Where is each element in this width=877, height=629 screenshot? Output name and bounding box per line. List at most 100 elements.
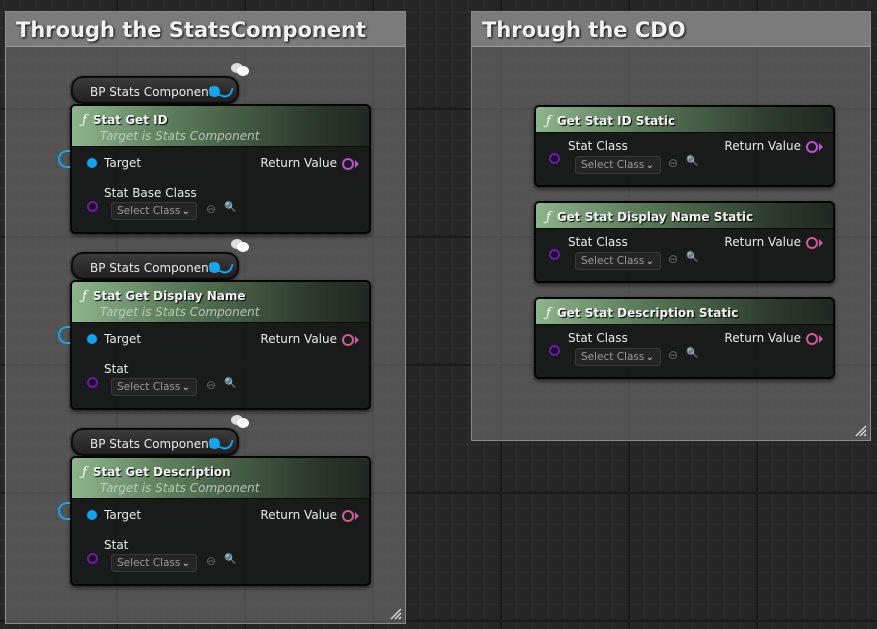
target-label: Target (104, 156, 142, 170)
return-label: Return Value (260, 508, 337, 522)
stat-get-description-node[interactable]: ƒ Stat Get Description Target is Stats Co… (70, 456, 371, 586)
bp-stats-component-node[interactable]: BP Stats Component (71, 428, 239, 456)
return-arrow-icon (355, 512, 359, 520)
node-header: ƒ Stat Get Display Name Target is Stats C… (72, 282, 369, 323)
function-icon: ƒ (546, 306, 551, 321)
class-pin-icon[interactable] (549, 249, 560, 260)
chevron-down-icon: ⌄ (181, 206, 190, 217)
clear-icon[interactable]: ⊖ (206, 554, 216, 568)
resize-grip-icon[interactable] (390, 608, 402, 620)
select-class-dropdown[interactable]: Select Class ⌄ (575, 156, 661, 174)
clear-icon[interactable]: ⊖ (668, 348, 678, 362)
param-label: Stat (104, 362, 129, 376)
target-label: Target (104, 508, 142, 522)
chevron-down-icon: ⌄ (645, 256, 654, 267)
target-pin-icon[interactable] (87, 510, 97, 520)
node-title: Stat Get Display Name (92, 289, 246, 303)
return-arrow-icon (355, 160, 359, 168)
return-arrow-icon (819, 143, 823, 151)
return-pin-icon[interactable] (342, 158, 354, 170)
wire-stub (58, 326, 70, 344)
comment-bubble-icon[interactable] (229, 236, 251, 254)
return-arrow-icon (355, 336, 359, 344)
resize-grip-icon[interactable] (855, 425, 867, 437)
chevron-down-icon: ⌄ (645, 160, 654, 171)
return-label: Return Value (260, 332, 337, 346)
node-header: ƒ Stat Get Description Target is Stats Co… (72, 458, 369, 499)
variable-label: BP Stats Component (90, 261, 214, 275)
search-icon[interactable]: 🔍 (686, 348, 698, 359)
select-class-dropdown[interactable]: Select Class ⌄ (575, 252, 661, 270)
class-pin-icon[interactable] (87, 377, 98, 388)
select-class-label: Select Class (581, 351, 645, 363)
select-class-dropdown[interactable]: Select Class ⌄ (575, 348, 661, 366)
node-header: ƒ Get Stat ID Static (536, 107, 833, 133)
clear-icon[interactable]: ⊖ (668, 252, 678, 266)
target-pin-icon[interactable] (87, 334, 97, 344)
wire-stub (58, 150, 70, 168)
clear-icon[interactable]: ⊖ (206, 378, 216, 392)
node-title: Get Stat Description Static (556, 306, 739, 320)
return-arrow-icon (819, 239, 823, 247)
target-pin-icon[interactable] (87, 158, 97, 168)
class-pin-icon[interactable] (549, 153, 560, 164)
comment-title[interactable]: Through the CDO (472, 12, 870, 47)
comment-bubble-icon[interactable] (229, 412, 251, 430)
search-icon[interactable]: 🔍 (224, 378, 236, 389)
chevron-down-icon: ⌄ (181, 558, 190, 569)
select-class-label: Select Class (117, 381, 181, 393)
select-class-dropdown[interactable]: Select Class ⌄ (111, 202, 197, 220)
chevron-down-icon: ⌄ (645, 352, 654, 363)
get-stat-description-static-node[interactable]: ƒ Get Stat Description Static Stat Class … (534, 297, 835, 379)
return-arrow-icon (819, 335, 823, 343)
bp-stats-component-node[interactable]: BP Stats Component (71, 76, 239, 104)
function-icon: ƒ (546, 114, 551, 129)
function-icon: ƒ (82, 113, 87, 128)
param-label: Stat Class (568, 331, 628, 345)
return-pin-icon[interactable] (806, 237, 818, 249)
select-class-label: Select Class (581, 255, 645, 267)
param-label: Stat Class (568, 139, 628, 153)
wire-stub (58, 502, 70, 520)
wire-icon (218, 84, 234, 100)
function-icon: ƒ (82, 465, 87, 480)
clear-icon[interactable]: ⊖ (206, 202, 216, 216)
clear-icon[interactable]: ⊖ (668, 156, 678, 170)
bp-stats-component-node[interactable]: BP Stats Component (71, 252, 239, 280)
return-pin-icon[interactable] (342, 334, 354, 346)
get-stat-id-static-node[interactable]: ƒ Get Stat ID Static Stat Class Return Va… (534, 105, 835, 187)
select-class-label: Select Class (117, 205, 181, 217)
node-subtitle: Target is Stats Component (100, 129, 260, 143)
return-label: Return Value (260, 156, 337, 170)
search-icon[interactable]: 🔍 (686, 156, 698, 167)
node-title: Get Stat Display Name Static (556, 210, 754, 224)
node-title: Get Stat ID Static (556, 114, 676, 128)
stat-get-display-name-node[interactable]: ƒ Stat Get Display Name Target is Stats C… (70, 280, 371, 410)
node-header: ƒ Get Stat Description Static (536, 299, 833, 325)
return-pin-icon[interactable] (806, 141, 818, 153)
select-class-dropdown[interactable]: Select Class ⌄ (111, 554, 197, 572)
search-icon[interactable]: 🔍 (224, 202, 236, 213)
param-label: Stat (104, 538, 129, 552)
select-class-label: Select Class (117, 557, 181, 569)
class-pin-icon[interactable] (87, 201, 98, 212)
return-pin-icon[interactable] (806, 333, 818, 345)
return-pin-icon[interactable] (342, 510, 354, 522)
node-subtitle: Target is Stats Component (100, 481, 260, 495)
search-icon[interactable]: 🔍 (224, 554, 236, 565)
get-stat-display-name-static-node[interactable]: ƒ Get Stat Display Name Static Stat Class… (534, 201, 835, 283)
class-pin-icon[interactable] (87, 553, 98, 564)
search-icon[interactable]: 🔍 (686, 252, 698, 263)
select-class-dropdown[interactable]: Select Class ⌄ (111, 378, 197, 396)
comment-title[interactable]: Through the StatsComponent (6, 12, 405, 47)
variable-label: BP Stats Component (90, 85, 214, 99)
node-header: ƒ Get Stat Display Name Static (536, 203, 833, 229)
node-title: Stat Get ID (92, 113, 168, 127)
return-label: Return Value (724, 235, 801, 249)
param-label: Stat Base Class (104, 186, 197, 200)
comment-bubble-icon[interactable] (229, 60, 251, 78)
select-class-label: Select Class (581, 159, 645, 171)
stat-get-id-node[interactable]: ƒ Stat Get ID Target is Stats Component T… (70, 104, 371, 234)
node-header: ƒ Stat Get ID Target is Stats Component (72, 106, 369, 147)
class-pin-icon[interactable] (549, 345, 560, 356)
